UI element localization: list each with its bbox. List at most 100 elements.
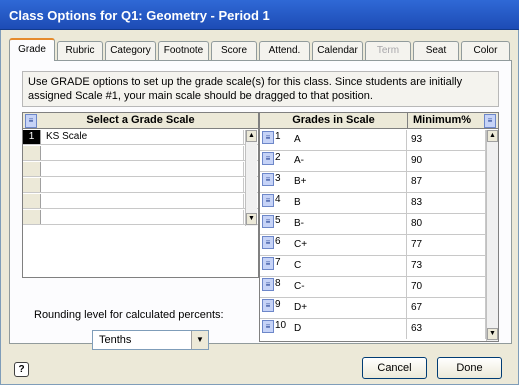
drag-handle-icon[interactable]: ≡ bbox=[262, 278, 274, 291]
grade-minimum[interactable]: 67 bbox=[407, 298, 486, 318]
scroll-down-arrow-icon[interactable]: ▼ bbox=[487, 328, 498, 340]
grade-row[interactable]: ≡ 9 D+ 67 bbox=[260, 298, 486, 319]
grade-letter[interactable]: A bbox=[290, 130, 407, 150]
drag-handle-icon[interactable]: ≡ bbox=[262, 194, 274, 207]
grade-letter[interactable]: C- bbox=[290, 277, 407, 297]
grade-row[interactable]: ≡ 7 C 73 bbox=[260, 256, 486, 277]
row-number bbox=[23, 146, 41, 160]
tab-category[interactable]: Category bbox=[105, 41, 156, 60]
scale-name[interactable] bbox=[42, 210, 244, 224]
grade-row[interactable]: ≡ 1 A 93 bbox=[260, 130, 486, 151]
grade-row[interactable]: ≡ 5 B- 80 bbox=[260, 214, 486, 235]
grade-row-number: 2 bbox=[275, 152, 281, 163]
grade-row[interactable]: ≡ 10 D 63 bbox=[260, 319, 486, 340]
scale-name[interactable] bbox=[42, 178, 244, 192]
drag-handle-icon[interactable]: ≡ bbox=[262, 299, 274, 312]
grade-letter[interactable]: C+ bbox=[290, 235, 407, 255]
dialog-footer: ? Cancel Done bbox=[1, 344, 518, 384]
grades-menu-icon[interactable]: ≡ bbox=[484, 114, 496, 128]
scale-list-scrollbar[interactable]: ▲ ▼ bbox=[245, 130, 257, 226]
row-number bbox=[23, 178, 41, 192]
scale-row[interactable] bbox=[23, 146, 258, 161]
rounding-label: Rounding level for calculated percents: bbox=[34, 309, 224, 321]
tab-strip: Grade Rubric Category Footnote Score Att… bbox=[9, 38, 512, 61]
row-number bbox=[23, 194, 41, 208]
scroll-up-arrow-icon[interactable]: ▲ bbox=[246, 130, 257, 142]
grade-minimum[interactable]: 90 bbox=[407, 151, 486, 171]
grade-letter[interactable]: C bbox=[290, 256, 407, 276]
grade-row[interactable]: ≡ 6 C+ 77 bbox=[260, 235, 486, 256]
scale-row[interactable]: 1 KS Scale bbox=[23, 130, 258, 145]
row-number bbox=[23, 210, 41, 224]
tab-score[interactable]: Score bbox=[211, 41, 257, 60]
tab-seat[interactable]: Seat bbox=[413, 41, 459, 60]
grade-row[interactable]: ≡ 4 B 83 bbox=[260, 193, 486, 214]
tab-term: Term bbox=[365, 41, 411, 60]
tab-grade[interactable]: Grade bbox=[9, 38, 55, 61]
grade-tab-panel: Use GRADE options to set up the grade sc… bbox=[9, 60, 512, 350]
grade-minimum[interactable]: 93 bbox=[407, 130, 486, 150]
cancel-button[interactable]: Cancel bbox=[362, 357, 427, 379]
grade-minimum[interactable]: 63 bbox=[407, 319, 486, 339]
scale-name[interactable] bbox=[42, 162, 244, 176]
drag-handle-icon[interactable]: ≡ bbox=[262, 215, 274, 228]
grades-in-scale-grid: Grades in Scale Minimum% ≡ ≡ 1 A 93 ≡ 2 … bbox=[259, 112, 499, 342]
grade-minimum[interactable]: 80 bbox=[407, 214, 486, 234]
drag-handle-icon[interactable]: ≡ bbox=[262, 320, 274, 333]
tab-attend[interactable]: Attend. bbox=[259, 41, 310, 60]
scroll-down-arrow-icon[interactable]: ▼ bbox=[246, 213, 257, 225]
grade-row-number: 6 bbox=[275, 236, 281, 247]
drag-handle-icon[interactable]: ≡ bbox=[262, 152, 274, 165]
scale-row[interactable] bbox=[23, 162, 258, 177]
grade-row-number: 4 bbox=[275, 194, 281, 205]
tab-rubric[interactable]: Rubric bbox=[57, 41, 103, 60]
drag-handle-icon[interactable]: ≡ bbox=[262, 257, 274, 270]
tab-footnote[interactable]: Footnote bbox=[158, 41, 209, 60]
help-icon[interactable]: ? bbox=[14, 362, 29, 377]
grade-row-number: 7 bbox=[275, 257, 281, 268]
scale-row[interactable] bbox=[23, 210, 258, 225]
grade-row[interactable]: ≡ 8 C- 70 bbox=[260, 277, 486, 298]
row-number bbox=[23, 162, 41, 176]
done-button[interactable]: Done bbox=[437, 357, 502, 379]
grades-scrollbar[interactable]: ▲ ▼ bbox=[486, 130, 498, 341]
scroll-up-arrow-icon[interactable]: ▲ bbox=[487, 130, 498, 142]
grade-minimum[interactable]: 83 bbox=[407, 193, 486, 213]
grade-row-number: 10 bbox=[275, 320, 287, 331]
grade-scale-list: Select a Grade Scale ≡ 1 KS Scale ▲ ▼ bbox=[22, 112, 259, 278]
scale-row[interactable] bbox=[23, 194, 258, 209]
drag-handle-icon[interactable]: ≡ bbox=[262, 131, 274, 144]
grade-letter[interactable]: B+ bbox=[290, 172, 407, 192]
grade-letter[interactable]: D bbox=[290, 319, 407, 339]
grade-row-number: 9 bbox=[275, 299, 281, 310]
grade-letter[interactable]: A- bbox=[290, 151, 407, 171]
grade-row-number: 8 bbox=[275, 278, 281, 289]
grades-header: Grades in Scale bbox=[260, 113, 407, 129]
scale-name[interactable]: KS Scale bbox=[42, 130, 244, 144]
scale-name[interactable] bbox=[42, 146, 244, 160]
dialog-body: Grade Rubric Category Footnote Score Att… bbox=[0, 30, 519, 385]
grade-row-number: 1 bbox=[275, 131, 281, 142]
drag-handle-icon[interactable]: ≡ bbox=[262, 236, 274, 249]
window-title: Class Options for Q1: Geometry - Period … bbox=[0, 0, 519, 30]
grade-scale-header: Select a Grade Scale bbox=[23, 113, 258, 129]
tab-calendar[interactable]: Calendar bbox=[312, 41, 363, 60]
drag-handle-icon[interactable]: ≡ bbox=[262, 173, 274, 186]
scale-name[interactable] bbox=[42, 194, 244, 208]
grade-letter[interactable]: D+ bbox=[290, 298, 407, 318]
grade-minimum[interactable]: 77 bbox=[407, 235, 486, 255]
grade-minimum[interactable]: 87 bbox=[407, 172, 486, 192]
grade-row-number: 3 bbox=[275, 173, 281, 184]
grade-row-number: 5 bbox=[275, 215, 281, 226]
grade-letter[interactable]: B- bbox=[290, 214, 407, 234]
grade-row[interactable]: ≡ 3 B+ 87 bbox=[260, 172, 486, 193]
tab-color[interactable]: Color bbox=[461, 41, 510, 60]
scale-menu-icon[interactable]: ≡ bbox=[25, 114, 37, 128]
instructions-text: Use GRADE options to set up the grade sc… bbox=[22, 71, 499, 107]
row-number: 1 bbox=[23, 130, 41, 144]
grade-minimum[interactable]: 73 bbox=[407, 256, 486, 276]
grade-minimum[interactable]: 70 bbox=[407, 277, 486, 297]
grade-row[interactable]: ≡ 2 A- 90 bbox=[260, 151, 486, 172]
scale-row[interactable] bbox=[23, 178, 258, 193]
grade-letter[interactable]: B bbox=[290, 193, 407, 213]
